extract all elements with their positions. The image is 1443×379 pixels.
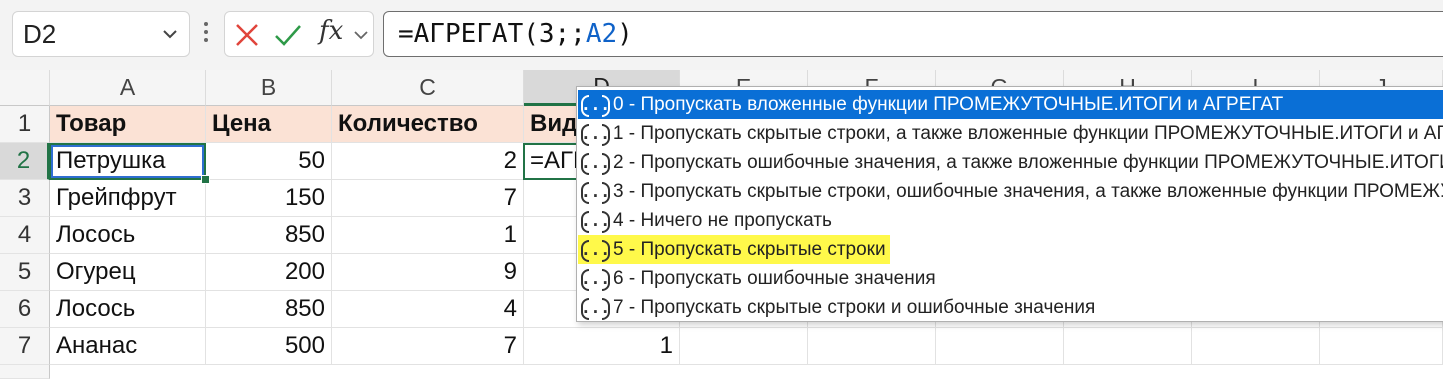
selected-range-a2 [49,143,206,180]
column-header-c[interactable]: C [332,70,524,106]
cell-a6[interactable]: Лосось [50,291,206,328]
formula-reference: A2 [585,19,618,49]
row-header-1[interactable]: 1 [0,106,50,143]
formula-input[interactable]: =АГРЕГАТ(3;; A2) [383,11,1443,57]
column-header-b[interactable]: B [206,70,332,106]
argument-option-icon: ... [581,296,610,320]
cell-c3[interactable]: 7 [332,180,524,217]
autocomplete-item-label: 5 - Пропускать скрытые строки [613,238,886,260]
cell-i7[interactable] [1192,328,1320,365]
autocomplete-item-4[interactable]: ... 4 - Ничего не пропускать [578,206,1443,235]
cell-a5[interactable]: Огурец [50,254,206,291]
argument-option-icon: ... [581,151,610,175]
autocomplete-item-6[interactable]: ... 6 - Пропускать ошибочные значения [578,264,1443,293]
chevron-down-icon[interactable] [161,25,179,43]
cell-c6[interactable]: 4 [332,291,524,328]
autocomplete-item-0[interactable]: ... 0 - Пропускать вложенные функции ПРО… [578,90,1443,119]
fill-handle[interactable] [201,175,210,184]
cell-a3[interactable]: Грейпфрут [50,180,206,217]
formula-text-suffix: ) [617,19,633,49]
column-header-a[interactable]: A [50,70,206,106]
autocomplete-item-label: 1 - Пропускать скрытые строки, а также в… [612,122,1443,144]
cell-e7[interactable] [680,328,808,365]
cell-b2[interactable]: 50 [206,143,332,180]
argument-option-icon: ... [581,238,610,262]
autocomplete-item-label: 6 - Пропускать ошибочные значения [613,267,936,289]
cell-d7[interactable]: 1 [524,328,680,365]
autocomplete-item-label: 7 - Пропускать скрытые строки и ошибочны… [613,296,1096,318]
row-header-6[interactable]: 6 [0,291,50,328]
autocomplete-item-3[interactable]: ... 3 - Пропускать скрытые строки, ошибо… [578,177,1443,206]
argument-option-icon: ... [581,180,610,204]
formula-text-prefix: =АГРЕГАТ(3;; [398,19,586,49]
highlight-marker: ... 5 - Пропускать скрытые строки [578,235,890,264]
chevron-down-icon[interactable] [353,28,369,42]
cell-h7[interactable] [1064,328,1192,365]
cell-g7[interactable] [936,328,1064,365]
function-argument-autocomplete: ... 0 - Пропускать вложенные функции ПРО… [576,86,1443,322]
name-box-value: D2 [23,18,57,49]
cell-b3[interactable]: 150 [206,180,332,217]
cell-b7[interactable]: 500 [206,328,332,365]
cell-c7[interactable]: 7 [332,328,524,365]
row-header-2[interactable]: 2 [0,143,50,180]
insert-function-button[interactable]: fx [319,16,343,46]
cell-a4[interactable]: Лосось [50,217,206,254]
autocomplete-item-2[interactable]: ... 2 - Пропускать ошибочные значения, а… [578,148,1443,177]
formula-bar: D2 fx =АГРЕГАТ(3;; A2) [0,0,1443,70]
cell-c1[interactable]: Количество [332,106,524,143]
autocomplete-item-label: 4 - Ничего не пропускать [613,209,832,231]
argument-option-icon: ... [581,93,610,117]
argument-option-icon: ... [581,267,610,291]
cell-j7[interactable] [1320,328,1443,365]
cell-c5[interactable]: 9 [332,254,524,291]
name-box[interactable]: D2 [12,11,190,57]
cell-b1[interactable]: Цена [206,106,332,143]
autocomplete-item-1[interactable]: ... 1 - Пропускать скрытые строки, а так… [578,119,1443,148]
cell-b4[interactable]: 850 [206,217,332,254]
row-header-4[interactable]: 4 [0,217,50,254]
autocomplete-item-7[interactable]: ... 7 - Пропускать скрытые строки и ошиб… [578,293,1443,322]
cell-b5[interactable]: 200 [206,254,332,291]
cancel-icon[interactable] [233,21,261,49]
autocomplete-item-label: 2 - Пропускать ошибочные значения, а так… [613,151,1443,173]
argument-option-icon: ... [581,122,610,146]
autocomplete-item-label: 0 - Пропускать вложенные функции ПРОМЕЖУ… [613,93,1284,115]
cell-c2[interactable]: 2 [332,143,524,180]
argument-option-icon: ... [581,209,610,233]
formula-buttons: fx [224,11,374,57]
cell-a7[interactable]: Ананас [50,328,206,365]
select-all-corner[interactable] [0,70,50,106]
enter-check-icon[interactable] [273,21,303,49]
row-header-5[interactable]: 5 [0,254,50,291]
more-options-icon[interactable] [199,18,213,50]
row-header-3[interactable]: 3 [0,180,50,217]
autocomplete-item-5[interactable]: ... 5 - Пропускать скрытые строки [578,235,1443,264]
autocomplete-item-label: 3 - Пропускать скрытые строки, ошибочные… [613,180,1443,202]
cell-b6[interactable]: 850 [206,291,332,328]
row-header-7[interactable]: 7 [0,328,50,365]
cell-c4[interactable]: 1 [332,217,524,254]
cell-a1[interactable]: Товар [50,106,206,143]
cell-f7[interactable] [808,328,936,365]
